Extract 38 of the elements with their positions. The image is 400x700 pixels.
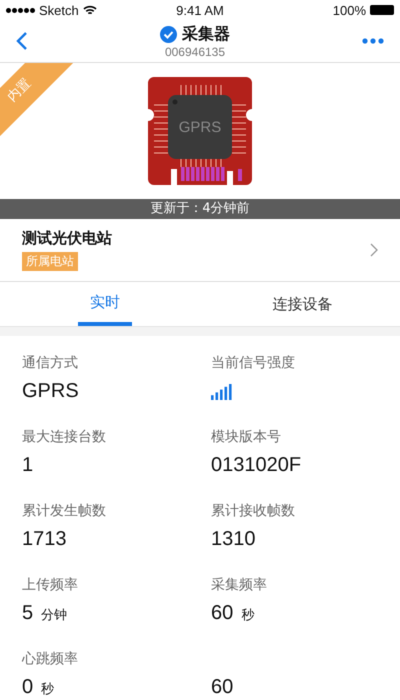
field-value: 1713 [22, 528, 66, 551]
signal-dots-icon [6, 8, 35, 12]
station-tag: 所属电站 [22, 252, 78, 271]
field-label: 上传频率 [22, 576, 79, 594]
field-value: 1310 [211, 528, 256, 551]
field-value: 0 [22, 676, 34, 699]
field-value: 5 [22, 602, 34, 625]
field-label: 通信方式 [22, 354, 79, 372]
field-label: 累计接收帧数 [211, 502, 296, 520]
field-value: 60 [211, 602, 234, 625]
field-label: 心跳频率 [22, 650, 79, 668]
carrier-name: Sketch [39, 2, 79, 18]
more-icon[interactable] [362, 38, 384, 44]
field-label: 最大连接台数 [22, 428, 107, 446]
field-value: GPRS [22, 380, 79, 403]
update-bar: 更新于：4分钟前 [0, 199, 400, 219]
status-time: 9:41 AM [175, 2, 225, 18]
field-label: 模块版本号 [211, 428, 282, 446]
chevron-right-icon[interactable] [370, 243, 378, 257]
battery-icon [370, 5, 394, 15]
corner-label: 内置 [4, 74, 35, 106]
field-value: 1 [22, 454, 34, 477]
chip-label: GPRS [178, 119, 222, 136]
battery-percent: 100% [332, 2, 366, 18]
device-serial: 006946135 [164, 44, 226, 58]
field-label: 累计发生帧数 [22, 502, 107, 520]
wifi-icon [82, 4, 97, 16]
signal-strength-icon [211, 384, 233, 400]
field-unit: 秒 [41, 681, 54, 698]
field-unit: 秒 [241, 607, 254, 624]
field-label: 采集频率 [211, 576, 268, 594]
page-title: 采集器 [182, 24, 230, 44]
field-value: 0131020F [211, 454, 302, 477]
back-icon[interactable] [16, 31, 28, 51]
station-name[interactable]: 测试光伏电站 [22, 229, 112, 248]
field-value: 60 [211, 676, 234, 699]
field-label: 当前信号强度 [211, 354, 296, 372]
field-unit: 分钟 [41, 607, 68, 624]
